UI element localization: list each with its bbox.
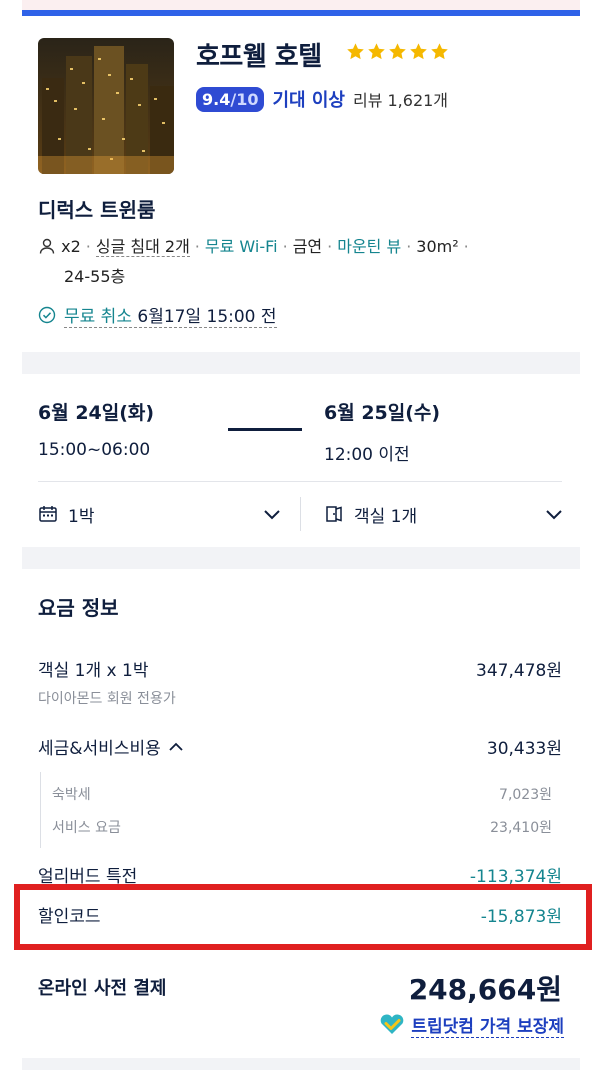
room-size: 30m² [416,237,459,256]
section-divider [22,1058,580,1070]
chevron-down-icon [546,510,562,520]
total-value: 248,664원 [408,973,562,1006]
divider [38,481,562,482]
rating-row[interactable]: 9.4/10 기대 이상 리뷰 1,621개 [196,86,448,112]
fee-info-title: 요금 정보 [38,596,119,620]
checkout-date[interactable]: 6월 25일(수) [324,398,440,425]
calendar-icon [39,506,57,522]
room-price-value: 347,478원 [476,661,562,681]
date-range-line [228,428,302,431]
tax-value: 30,433원 [486,739,562,759]
member-price-note: 다이아몬드 회원 전용가 [38,691,176,707]
nights-value: 1박 [68,506,95,527]
score-max: /10 [230,89,259,109]
star-rating [346,42,449,61]
section-divider [22,352,580,374]
score-value: 9.4 [202,89,231,109]
price-guarantee-link[interactable]: 트립닷컴 가격 보장제 [379,1012,564,1038]
rooms-value: 객실 1개 [354,506,418,527]
amenities-line-1: x2 · 싱글 침대 2개 · 무료 Wi-Fi · 금연 · 마운틴 뷰 · 30m² · [38,232,558,262]
room-name: 디럭스 트윈룸 [38,198,156,222]
cancellation-policy[interactable]: 무료 취소 6월17일 15:00 전 [38,302,277,328]
wifi-info: 무료 Wi-Fi [204,237,278,256]
lodging-tax-label: 숙박세 [52,787,91,803]
score-badge: 9.4/10 [196,86,265,112]
hotel-photo[interactable] [38,38,174,174]
hotel-name[interactable]: 호프웰 호텔 [196,36,322,73]
chevron-up-icon [169,742,183,751]
checkout-time: 12:00 이전 [324,445,410,465]
price-guarantee-text: 트립닷컴 가격 보장제 [411,1012,564,1038]
door-icon [326,506,342,522]
bed-info[interactable]: 싱글 침대 2개 [95,237,190,257]
amenities-line-2: 24-55층 [38,262,558,292]
tax-toggle[interactable]: 세금&서비스비용 [38,734,185,759]
check-circle-icon [38,306,56,324]
tax-label: 세금&서비스비용 [38,739,161,759]
service-fee-label: 서비스 요금 [52,820,121,836]
floor-info: 24-55층 [64,267,126,286]
checkin-time: 15:00~06:00 [38,440,151,460]
star-icon [347,43,364,60]
tax-breakdown-line [40,772,41,848]
review-count[interactable]: 리뷰 1,621개 [353,87,448,111]
top-accent-bar [22,0,580,18]
service-fee-value: 23,410원 [490,820,552,836]
star-icon [389,43,406,60]
top-bar-blue [22,10,580,16]
checkin-date[interactable]: 6월 24일(화) [38,398,154,425]
star-icon [431,43,448,60]
total-label: 온라인 사전 결제 [38,978,167,999]
smoking-info: 금연 [292,237,323,256]
person-icon [39,238,55,254]
room-price-label: 객실 1개 x 1박 [38,661,149,681]
lodging-tax-value: 7,023원 [499,787,552,803]
cancel-deadline: 6월17일 15:00 전 [137,307,277,327]
view-info: 마운틴 뷰 [337,237,402,256]
guest-count: x2 [61,237,81,256]
discount-highlight-box [14,884,592,950]
star-icon [410,43,427,60]
selector-divider [300,497,301,531]
chevron-down-icon [264,510,280,520]
rating-label: 기대 이상 [272,90,345,111]
cancellation-text[interactable]: 무료 취소 6월17일 15:00 전 [64,302,277,328]
top-bar-pink [22,0,580,10]
nights-selector[interactable]: 1박 [38,497,282,531]
heart-check-icon [381,1014,404,1034]
star-icon [368,43,385,60]
room-amenities: x2 · 싱글 침대 2개 · 무료 Wi-Fi · 금연 · 마운틴 뷰 · 30m² · 24-5… [38,232,558,292]
rooms-selector[interactable]: 객실 1개 [324,497,564,531]
free-cancel-label: 무료 취소 [64,307,132,327]
section-divider [22,547,580,569]
